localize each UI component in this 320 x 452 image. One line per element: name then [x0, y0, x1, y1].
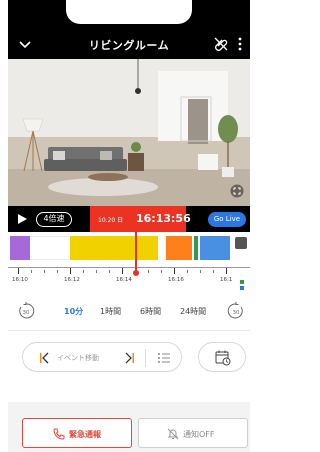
rewind-30-icon[interactable]: 30: [16, 301, 36, 321]
event-segment-motion[interactable]: [10, 236, 30, 260]
event-segment-person[interactable]: [70, 236, 158, 260]
forward-30-icon[interactable]: 30: [226, 301, 246, 321]
playback-clock: 16:13:56: [136, 212, 191, 225]
zoom-option-1h[interactable]: 1時間: [100, 306, 121, 317]
playback-time: 10.20 日 16:13:56: [90, 206, 191, 232]
playhead-handle[interactable]: [133, 270, 139, 276]
calendar-button[interactable]: [198, 342, 246, 372]
emergency-call-label: 緊急通報: [69, 430, 101, 439]
living-room-image: [8, 59, 250, 206]
tick-major: [122, 268, 123, 274]
playback-date: 10.20 日: [98, 217, 124, 224]
previous-event-icon[interactable]: [39, 352, 51, 364]
phone-frame: リビングルーム 4倍速 10.20 日 16:13:56 Go Live 16:…: [8, 0, 250, 452]
tick-major: [18, 268, 19, 274]
tick-minor: [148, 270, 149, 273]
next-event-icon[interactable]: [123, 352, 135, 364]
event-segment-other[interactable]: [194, 236, 198, 260]
emergency-call-button[interactable]: 緊急通報: [22, 418, 132, 448]
go-live-button[interactable]: Go Live: [208, 212, 246, 227]
paperclip-icon[interactable]: [212, 35, 230, 53]
tick-major: [174, 268, 175, 274]
tick-minor: [96, 270, 97, 273]
calendar-clock-icon: [215, 350, 231, 366]
tick-minor: [83, 270, 84, 273]
event-segment-sound[interactable]: [166, 236, 192, 260]
zoom-option-24h[interactable]: 24時間: [180, 306, 206, 317]
tick-label: 16:1: [220, 277, 233, 283]
speed-button[interactable]: 4倍速: [36, 212, 72, 227]
tick-major: [226, 268, 227, 274]
divider: [8, 330, 250, 331]
playhead[interactable]: [135, 232, 137, 274]
bell-off-icon: [167, 428, 179, 440]
forward-label: 30: [233, 310, 240, 316]
notification-off-label: 通知OFF: [183, 430, 215, 439]
zoom-selector: 30 10分 1時間 6時間 24時間 30: [8, 296, 250, 326]
app-header: リビングルーム: [8, 29, 250, 59]
tick-label: 16:14: [116, 277, 132, 283]
tick-major: [70, 268, 71, 274]
phone-icon: [53, 428, 65, 440]
separator: [145, 349, 146, 367]
legend-marker: [240, 280, 244, 284]
timeline-gap: [30, 236, 68, 260]
event-navigator: イベント移動: [22, 342, 182, 372]
vertical-dots-icon[interactable]: [234, 35, 246, 53]
notification-off-button[interactable]: 通知OFF: [138, 418, 248, 448]
tick-minor: [213, 270, 214, 273]
timeline-axis: [8, 267, 250, 268]
status-bar: [8, 0, 250, 29]
playback-bar: 4倍速 10.20 日 16:13:56 Go Live: [8, 206, 250, 232]
camera-view[interactable]: [8, 59, 250, 206]
zoom-option-10m[interactable]: 10分: [64, 306, 83, 317]
tick-label: 16:10: [12, 277, 28, 283]
fullscreen-icon[interactable]: [230, 184, 244, 198]
tick-minor: [57, 270, 58, 273]
tick-minor: [44, 270, 45, 273]
play-icon[interactable]: [16, 213, 28, 225]
tick-minor: [109, 270, 110, 273]
tick-minor: [200, 270, 201, 273]
legend-marker: [240, 286, 244, 290]
zoom-option-6h[interactable]: 6時間: [140, 306, 161, 317]
tick-minor: [161, 270, 162, 273]
rewind-label: 30: [23, 310, 30, 316]
event-segment-live[interactable]: [200, 236, 230, 260]
tick-label: 16:12: [64, 277, 80, 283]
tick-minor: [187, 270, 188, 273]
event-nav-label: イベント移動: [57, 354, 99, 362]
event-timeline[interactable]: 16:10 16:12 16:14 16:16 16:1: [8, 232, 250, 294]
tick-minor: [31, 270, 32, 273]
tick-label: 16:16: [168, 277, 184, 283]
event-list-icon[interactable]: [157, 351, 171, 365]
collapse-icon[interactable]: [235, 237, 247, 249]
notch: [66, 0, 192, 24]
